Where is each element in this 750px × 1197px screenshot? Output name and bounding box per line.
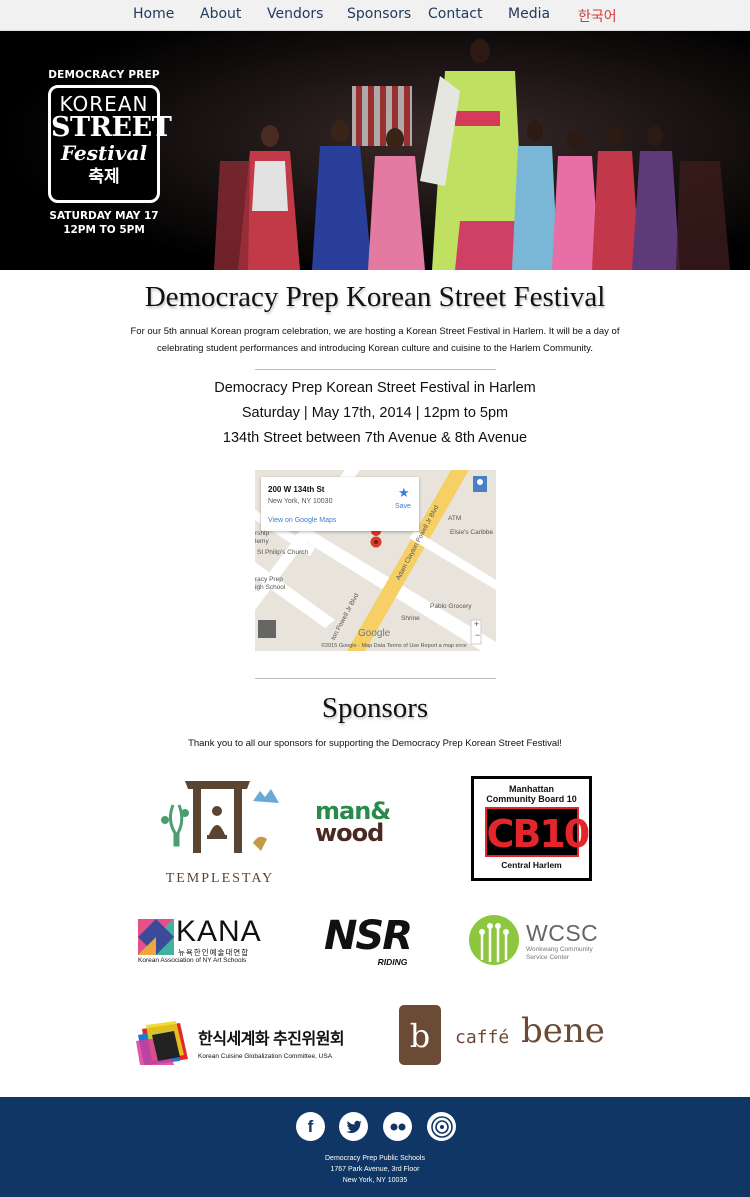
caffe-bene-mark: b (399, 1005, 441, 1065)
nav-sponsors[interactable]: Sponsors (347, 6, 411, 22)
nav-korean[interactable]: 한국어 (578, 6, 617, 26)
caffe-word: caffé (455, 1027, 510, 1048)
manwood-bottom: wood (315, 819, 384, 847)
sponsor-kana[interactable]: KANA 뉴욕한인예술대연합 Korean Association of NY … (138, 917, 273, 969)
map-address-line2: New York, NY 10030 (268, 498, 333, 505)
nsr-text: NSR (323, 913, 413, 959)
site-footer: f Democracy Prep Public Schools 1767 Par… (0, 1097, 750, 1197)
kcg-icon (136, 1021, 188, 1065)
sponsor-manwood[interactable]: man& wood (315, 799, 435, 855)
event-name: Democracy Prep Korean Street Festival in… (214, 380, 536, 396)
sponsor-caffe-bene[interactable]: b caffé bene (399, 1005, 609, 1067)
logo-line-hangul: 축제 (88, 167, 120, 187)
wcsc-subtitle-1: Wonkwang Community (526, 946, 593, 953)
map-label: St Philip's Church (257, 549, 309, 556)
nav-media[interactable]: Media (508, 6, 550, 22)
map-label: Pablo Grocery (430, 603, 472, 610)
divider (255, 369, 496, 370)
nav-about[interactable]: About (200, 6, 241, 22)
bene-word: bene (521, 1011, 605, 1051)
map-label: ATM (448, 515, 462, 522)
kana-icon (138, 919, 174, 955)
sponsors-heading: Sponsors (321, 692, 429, 724)
map-info-card: 200 W 134th St New York, NY 10030 View o… (261, 477, 419, 531)
sponsors-thanks: Thank you to all our sponsors for suppor… (188, 738, 562, 749)
logo-line-festival: Festival (60, 141, 148, 165)
hero-banner: DEMOCRACY PREP KOREAN STREET Festival 축제… (0, 31, 750, 270)
map-label: Elsie's Caribbe (450, 529, 494, 536)
footer-street: 1767 Park Avenue, 3rd Floor (330, 1166, 420, 1173)
sponsor-templestay[interactable]: TEMPLESTAY (155, 775, 285, 886)
google-map[interactable]: 200 W 134th St New York, NY 10030 View o… (255, 470, 496, 651)
flickr-dots (390, 1123, 405, 1130)
star-icon[interactable]: ★ (398, 485, 410, 501)
logo-time: 12PM TO 5PM (63, 224, 145, 236)
cb10-mark: CB10 (484, 807, 590, 857)
footer-city: New York, NY 10035 (342, 1177, 408, 1184)
top-navigation: Home About Vendors Sponsors Contact Medi… (0, 0, 750, 31)
map-label: igh School (255, 584, 286, 591)
cb10-line2: Community Board 10 (486, 794, 577, 804)
flickr-icon[interactable] (383, 1112, 412, 1141)
map-save-button[interactable]: Save (395, 503, 411, 510)
logo-line-street: STREET (51, 112, 172, 143)
kcg-subtitle: Korean Cuisine Globalization Committee, … (198, 1053, 333, 1060)
intro-paragraph: For our 5th annual Korean program celebr… (130, 326, 620, 354)
map-attribution: ©2015 Google · Map Data Terms of Use Rep… (321, 643, 468, 649)
kana-name: KANA (176, 915, 262, 948)
map-label: rship (255, 530, 270, 537)
divider (255, 678, 496, 679)
nav-vendors[interactable]: Vendors (267, 6, 323, 22)
map-label: lemy (255, 538, 269, 545)
page-title: Democracy Prep Korean Street Festival (144, 281, 606, 313)
nsr-name: NSR (305, 915, 430, 957)
view-on-google-maps-link[interactable]: View on Google Maps (268, 517, 336, 524)
wcsc-icon (469, 915, 519, 965)
dribbble-icon[interactable] (427, 1112, 456, 1141)
nav-home[interactable]: Home (133, 6, 174, 22)
map-label: racy Prep (255, 576, 283, 583)
zoom-in-icon[interactable]: + (474, 619, 479, 629)
logo-box: KOREAN STREET Festival 축제 (48, 85, 172, 203)
logo-top-text: DEMOCRACY PREP (48, 69, 160, 81)
zoom-out-icon[interactable]: − (475, 630, 480, 640)
sponsor-nsr[interactable]: NSR RIDING (305, 915, 430, 970)
kcg-korean: 한식세계화 추진위원회 (198, 1031, 345, 1048)
sponsor-kcg[interactable]: 한식세계화 추진위원회 Korean Cuisine Globalization… (136, 1021, 356, 1069)
kana-subtitle: Korean Association of NY Art Schools (138, 957, 247, 964)
twitter-icon[interactable] (339, 1112, 368, 1141)
logo-line-korean: KOREAN (59, 92, 149, 116)
sponsor-wcsc[interactable]: WCSC Wonkwang Community Service Center (468, 914, 608, 969)
facebook-icon[interactable]: f (296, 1112, 325, 1141)
cb10-line1: Manhattan (509, 784, 554, 794)
google-logo: Google (358, 628, 391, 639)
footer-org: Democracy Prep Public Schools (325, 1155, 425, 1162)
wcsc-subtitle-2: Service Center (526, 954, 569, 961)
logo-date: SATURDAY MAY 17 (49, 210, 159, 222)
templestay-icon (161, 781, 279, 853)
cb10-line3: Central Harlem (501, 860, 562, 870)
event-location: 134th Street between 7th Avenue & 8th Av… (222, 430, 528, 446)
event-date: Saturday | May 17th, 2014 | 12pm to 5pm (241, 405, 509, 421)
sponsor-cb10[interactable]: Manhattan Community Board 10 CB10 Centra… (471, 776, 592, 881)
templestay-name: TEMPLESTAY (165, 871, 275, 886)
dribbble-mark (430, 1115, 453, 1138)
wcsc-name: WCSC (526, 920, 599, 946)
map-label: Shrine (401, 615, 420, 622)
map-address-line1: 200 W 134th St (268, 485, 325, 494)
festival-logo: DEMOCRACY PREP KOREAN STREET Festival 축제… (46, 69, 172, 237)
twitter-bird (345, 1120, 362, 1133)
nav-contact[interactable]: Contact (428, 6, 482, 22)
footer-address: Democracy Prep Public Schools 1767 Park … (0, 1153, 750, 1186)
